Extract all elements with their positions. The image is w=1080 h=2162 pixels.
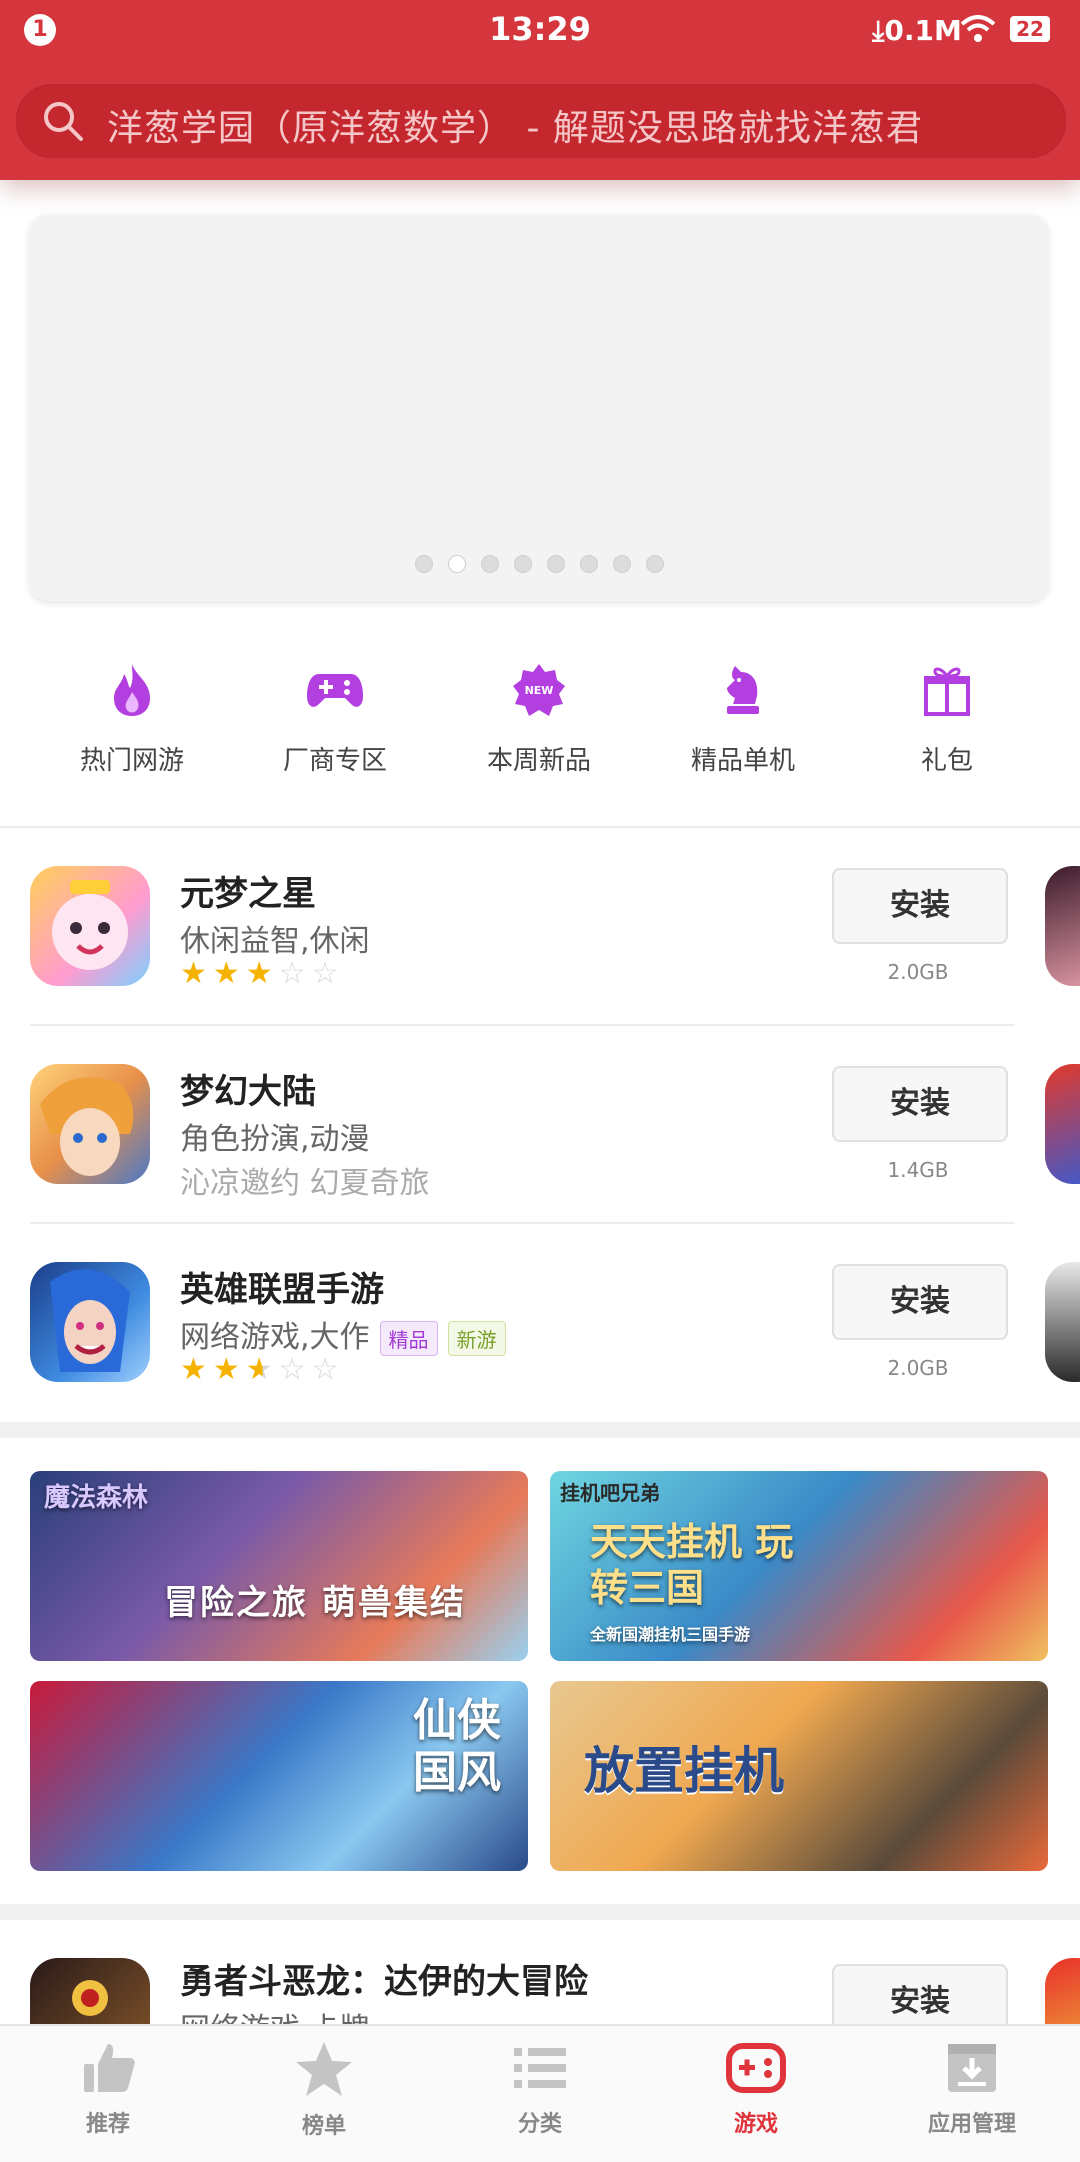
banner-carousel[interactable] (30, 215, 1048, 601)
flame-icon (114, 664, 150, 716)
category-hot-online[interactable]: 热门网游 (52, 650, 212, 777)
category-label: 本周新品 (486, 746, 591, 776)
row-divider (30, 1024, 1015, 1026)
nav-category[interactable]: 分类 (432, 2040, 648, 2138)
promo-tile-adventure[interactable]: 魔法森林 冒险之旅 萌兽集结 (30, 1471, 528, 1661)
app-icon (30, 1262, 150, 1382)
carousel-dot (514, 555, 532, 573)
promo-caption: 放置挂机 (584, 1742, 784, 1800)
list-icon (514, 2048, 566, 2088)
rating-stars: ★★★☆☆ (180, 1352, 345, 1387)
nav-games[interactable]: 游戏 (648, 2040, 864, 2138)
nav-label: 分类 (517, 2112, 562, 2137)
section-divider (0, 1904, 1080, 1920)
category-label: 礼包 (920, 746, 973, 776)
nav-ranking[interactable]: 榜单 (216, 2040, 432, 2140)
nav-label: 应用管理 (927, 2112, 1016, 2137)
app-name: 梦幻大陆 (180, 1072, 316, 1112)
gamepad-icon (726, 2043, 786, 2093)
star-icon (296, 2042, 352, 2096)
category-premium-single[interactable]: 精品单机 (663, 650, 823, 777)
carousel-dot (481, 555, 499, 573)
app-icon (30, 1064, 150, 1184)
app-tags: 网络游戏,卡牌 (180, 2004, 370, 2024)
gamepad-icon (307, 674, 363, 707)
app-row-lol[interactable]: 英雄联盟手游 网络游戏,大作 精品 新游 ★★★☆☆ 安装 2.0GB (0, 1226, 1080, 1422)
gift-icon (924, 667, 970, 716)
install-button[interactable]: 安装 (832, 1264, 1008, 1340)
row-divider (30, 1222, 1015, 1224)
search-input[interactable]: 洋葱学园（原洋葱数学） - 解题没思路就找洋葱君 (16, 84, 1066, 158)
download-box-icon (948, 2044, 996, 2092)
nav-recommend[interactable]: 推荐 (0, 2040, 216, 2138)
status-bar: 1 13:29 ⤓0.1M 22 (0, 0, 1080, 62)
app-name: 英雄联盟手游 (180, 1270, 384, 1310)
thumbs-up-icon (84, 2044, 135, 2092)
app-tags: 网络游戏,大作 精品 新游 (180, 1312, 506, 1356)
search-placeholder: 洋葱学园（原洋葱数学） - 解题没思路就找洋葱君 (107, 108, 923, 149)
install-button[interactable]: 安装 (832, 1964, 1008, 2024)
promo-top-text: 挂机吧兄弟 (560, 1481, 660, 1505)
promo-tile-idle[interactable]: 放置挂机 (550, 1681, 1048, 1871)
app-name: 勇者斗恶龙：达伊的大冒险 (180, 1962, 588, 2002)
promo-tile-xianxia[interactable]: 仙侠国风 (30, 1681, 528, 1871)
carousel-dot (613, 555, 631, 573)
next-item-peek (1045, 1064, 1080, 1184)
category-label: 热门网游 (79, 746, 184, 776)
app-row-yuanmeng[interactable]: 元梦之星 休闲益智,休闲 ★★★☆☆ 安装 2.0GB (0, 830, 1080, 1026)
rating-stars: ★★★☆☆ (180, 956, 345, 991)
carousel-dot (646, 555, 664, 573)
category-label: 精品单机 (690, 746, 795, 776)
section-divider (0, 1422, 1080, 1438)
network-speed: ⤓0.1M (872, 14, 962, 47)
install-button[interactable]: 安装 (832, 1066, 1008, 1142)
carousel-dot (547, 555, 565, 573)
category-label: 厂商专区 (282, 746, 387, 776)
promo-caption: 天天挂机 玩转三国 (590, 1520, 794, 1610)
new-badge-icon: NEW (513, 664, 565, 716)
app-tags: 角色扮演,动漫 (180, 1122, 370, 1157)
chess-knight-icon (727, 666, 759, 714)
app-icon (30, 1958, 150, 2024)
promo-top-text: 魔法森林 (44, 1483, 149, 1513)
promo-sub-text: 全新国潮挂机三国手游 (590, 1625, 751, 1644)
badge-new-game: 新游 (447, 1321, 506, 1356)
search-icon (44, 102, 83, 141)
promo-tile-idle-three-kingdoms[interactable]: 挂机吧兄弟 天天挂机 玩转三国 全新国潮挂机三国手游 (550, 1471, 1048, 1661)
category-gift[interactable]: 礼包 (867, 650, 1027, 777)
category-new-this-week[interactable]: NEW 本周新品 (459, 650, 619, 777)
bottom-navigation: 推荐 榜单 分类 游戏 应用管理 (0, 2024, 1080, 2162)
carousel-dot (580, 555, 598, 573)
next-item-peek (1045, 1958, 1080, 2024)
section-divider (0, 826, 1080, 828)
app-slogan: 沁凉邀约 幻夏奇旅 (180, 1166, 430, 1201)
wifi-icon (960, 15, 996, 42)
battery-icon: 22 (1010, 16, 1050, 42)
next-item-peek (1045, 1262, 1080, 1382)
carousel-dot-active (448, 555, 466, 573)
nav-label: 榜单 (301, 2114, 346, 2139)
app-row-dragon-quest[interactable]: 勇者斗恶龙：达伊的大冒险 网络游戏,卡牌 安装 (0, 1920, 1080, 2024)
badge-premium: 精品 (379, 1321, 438, 1356)
app-size: 2.0GB (887, 1356, 949, 1380)
next-item-peek (1045, 866, 1080, 986)
app-size: 1.4GB (887, 1158, 949, 1182)
promo-caption: 冒险之旅 萌兽集结 (164, 1583, 466, 1623)
svg-text:NEW: NEW (525, 684, 554, 697)
nav-app-management[interactable]: 应用管理 (864, 2040, 1080, 2138)
nav-label: 游戏 (733, 2112, 778, 2137)
install-button[interactable]: 安装 (832, 868, 1008, 944)
app-icon (30, 866, 150, 986)
category-vendor[interactable]: 厂商专区 (255, 650, 415, 777)
nav-label: 推荐 (85, 2112, 130, 2137)
app-size: 2.0GB (887, 960, 949, 984)
carousel-dot (415, 555, 433, 573)
app-header: 1 13:29 ⤓0.1M 22 洋葱学园（原洋葱数学） - 解题没思路就找洋葱… (0, 0, 1080, 180)
app-name: 元梦之星 (180, 874, 316, 914)
app-row-menghuan[interactable]: 梦幻大陆 角色扮演,动漫 沁凉邀约 幻夏奇旅 安装 1.4GB (0, 1028, 1080, 1224)
app-tags: 休闲益智,休闲 (180, 924, 370, 959)
promo-caption: 仙侠国风 (413, 1695, 501, 1798)
